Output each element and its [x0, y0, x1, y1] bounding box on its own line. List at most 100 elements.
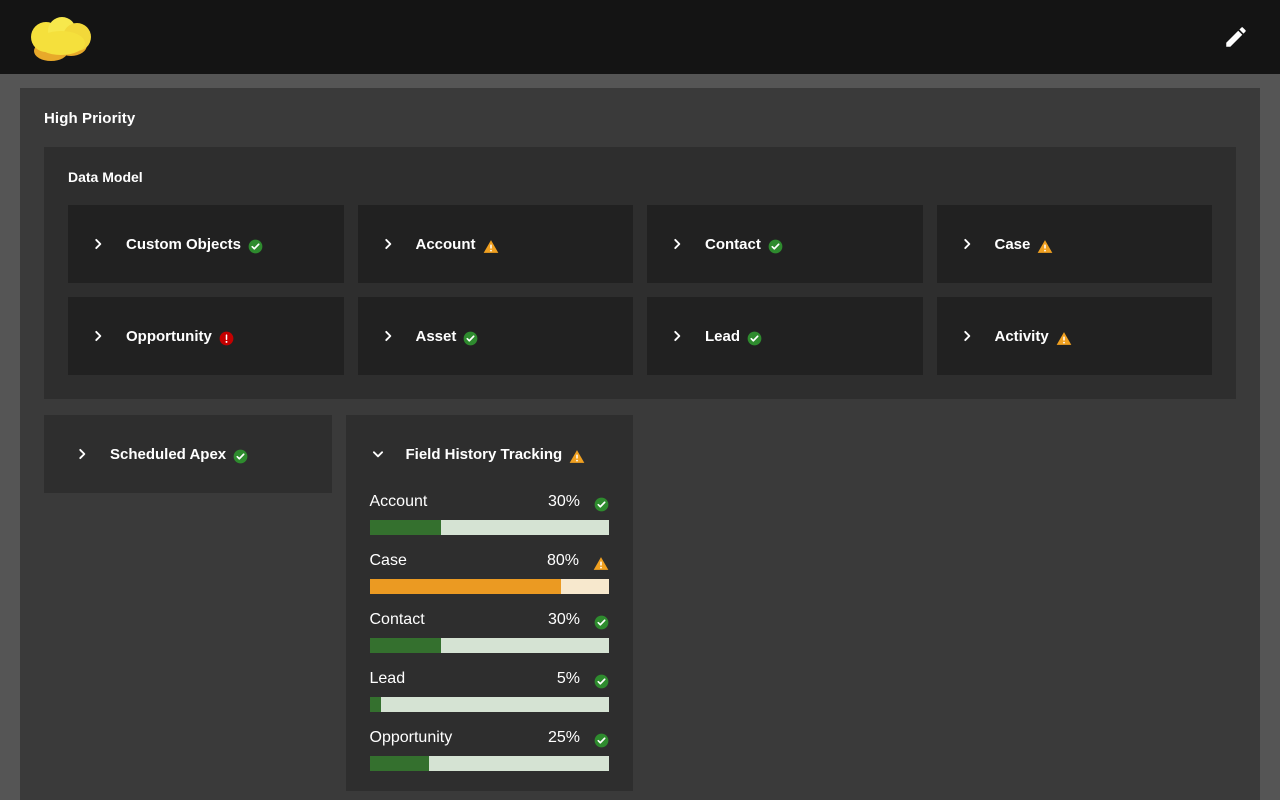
- metric-progress-fill: [370, 697, 382, 712]
- metric-header: Opportunity 25%: [370, 729, 610, 756]
- cloud-logo-glyph: [24, 11, 98, 63]
- chevron-right-icon[interactable]: [380, 237, 396, 251]
- data-model-card-asset[interactable]: Asset: [358, 297, 634, 375]
- field-history-tracking-header[interactable]: Field History Tracking: [346, 415, 634, 493]
- data-model-card-lead[interactable]: Lead: [647, 297, 923, 375]
- status-badge-warn: [593, 556, 609, 571]
- metric-progress-bar: [370, 579, 610, 594]
- metric-name: Contact: [370, 611, 425, 629]
- metric-name: Case: [370, 552, 407, 570]
- scheduled-apex-card[interactable]: Scheduled Apex: [44, 415, 332, 493]
- status-badge-warn: [569, 449, 585, 464]
- warning-triangle-icon: [1056, 331, 1072, 346]
- chevron-right-icon[interactable]: [959, 237, 975, 251]
- warning-triangle-icon: [483, 239, 499, 254]
- data-model-card-account[interactable]: Account: [358, 205, 634, 283]
- salesforce-cloud-logo[interactable]: [24, 11, 98, 63]
- data-model-card-label: Account: [416, 236, 476, 253]
- metric-row: Lead 5%: [370, 670, 610, 712]
- check-circle-icon: [594, 615, 609, 630]
- page-wrapper: High Priority Data Model Custom Objects A…: [0, 74, 1280, 800]
- data-model-card-label: Asset: [416, 328, 457, 345]
- metric-name: Lead: [370, 670, 406, 688]
- data-model-card-grid: Custom Objects Account Contact Case Opportun…: [68, 205, 1212, 375]
- error-circle-icon: [219, 331, 234, 346]
- content-panel: High Priority Data Model Custom Objects A…: [20, 88, 1260, 800]
- metric-value-group: 80%: [547, 552, 609, 570]
- chevron-down-icon[interactable]: [370, 447, 386, 461]
- check-circle-icon: [233, 449, 248, 464]
- data-model-section: Data Model Custom ObjectsAccountContactC…: [44, 147, 1236, 399]
- scheduled-apex-label: Scheduled Apex: [110, 446, 226, 463]
- data-model-card-label: Lead: [705, 328, 740, 345]
- status-badge-ok: [463, 331, 478, 346]
- status-badge-ok: [233, 449, 248, 464]
- status-badge-warn: [483, 239, 499, 254]
- metric-value: 30%: [548, 493, 580, 511]
- chevron-right-icon[interactable]: [380, 329, 396, 343]
- top-bar: [0, 0, 1280, 74]
- chevron-right-icon[interactable]: [74, 447, 90, 461]
- chevron-right-icon[interactable]: [90, 329, 106, 343]
- metric-row: Account 30%: [370, 493, 610, 535]
- metric-progress-fill: [370, 520, 442, 535]
- status-badge-error: [219, 331, 234, 346]
- status-badge-ok: [594, 615, 609, 630]
- status-badge-warn: [1037, 239, 1053, 254]
- metric-header: Account 30%: [370, 493, 610, 520]
- check-circle-icon: [248, 239, 263, 254]
- data-model-card-opportunity[interactable]: Opportunity: [68, 297, 344, 375]
- metric-header: Contact 30%: [370, 611, 610, 638]
- metric-value-group: 5%: [557, 670, 609, 688]
- page-title: High Priority: [44, 110, 1236, 127]
- metric-value-group: 30%: [548, 611, 609, 629]
- edit-button[interactable]: [1214, 15, 1258, 59]
- metric-name: Opportunity: [370, 729, 453, 747]
- data-model-card-custom-objects[interactable]: Custom Objects: [68, 205, 344, 283]
- data-model-card-label: Case: [995, 236, 1031, 253]
- metric-header: Case 80%: [370, 552, 610, 579]
- data-model-card-activity[interactable]: Activity: [937, 297, 1213, 375]
- metric-progress-bar: [370, 756, 610, 771]
- check-circle-icon: [594, 674, 609, 689]
- metric-value: 25%: [548, 729, 580, 747]
- warning-triangle-icon: [593, 556, 609, 571]
- bottom-row: Scheduled Apex Field History Tracking Ac…: [44, 415, 1236, 791]
- metric-value: 5%: [557, 670, 580, 688]
- data-model-card-label: Custom Objects: [126, 236, 241, 253]
- metric-value-group: 30%: [548, 493, 609, 511]
- metric-progress-bar: [370, 638, 610, 653]
- check-circle-icon: [594, 497, 609, 512]
- data-model-card-contact[interactable]: Contact: [647, 205, 923, 283]
- metric-value: 80%: [547, 552, 579, 570]
- metric-progress-fill: [370, 756, 430, 771]
- chevron-right-icon[interactable]: [669, 329, 685, 343]
- section-title-data-model: Data Model: [68, 169, 1212, 185]
- metric-value: 30%: [548, 611, 580, 629]
- status-badge-ok: [248, 239, 263, 254]
- chevron-right-icon[interactable]: [669, 237, 685, 251]
- data-model-card-label: Opportunity: [126, 328, 212, 345]
- metric-progress-fill: [370, 579, 562, 594]
- metric-progress-bar: [370, 697, 610, 712]
- warning-triangle-icon: [569, 449, 585, 464]
- field-history-tracking-label: Field History Tracking: [406, 446, 563, 463]
- status-badge-warn: [1056, 331, 1072, 346]
- status-badge-ok: [768, 239, 783, 254]
- status-badge-ok: [594, 674, 609, 689]
- metric-header: Lead 5%: [370, 670, 610, 697]
- metric-name: Account: [370, 493, 428, 511]
- metric-row: Case 80%: [370, 552, 610, 594]
- chevron-right-icon[interactable]: [90, 237, 106, 251]
- metric-progress-bar: [370, 520, 610, 535]
- chevron-right-icon[interactable]: [959, 329, 975, 343]
- check-circle-icon: [463, 331, 478, 346]
- check-circle-icon: [747, 331, 762, 346]
- status-badge-ok: [747, 331, 762, 346]
- pencil-icon: [1223, 24, 1249, 50]
- metric-value-group: 25%: [548, 729, 609, 747]
- metric-row: Opportunity 25%: [370, 729, 610, 771]
- metric-progress-fill: [370, 638, 442, 653]
- status-badge-ok: [594, 497, 609, 512]
- data-model-card-case[interactable]: Case: [937, 205, 1213, 283]
